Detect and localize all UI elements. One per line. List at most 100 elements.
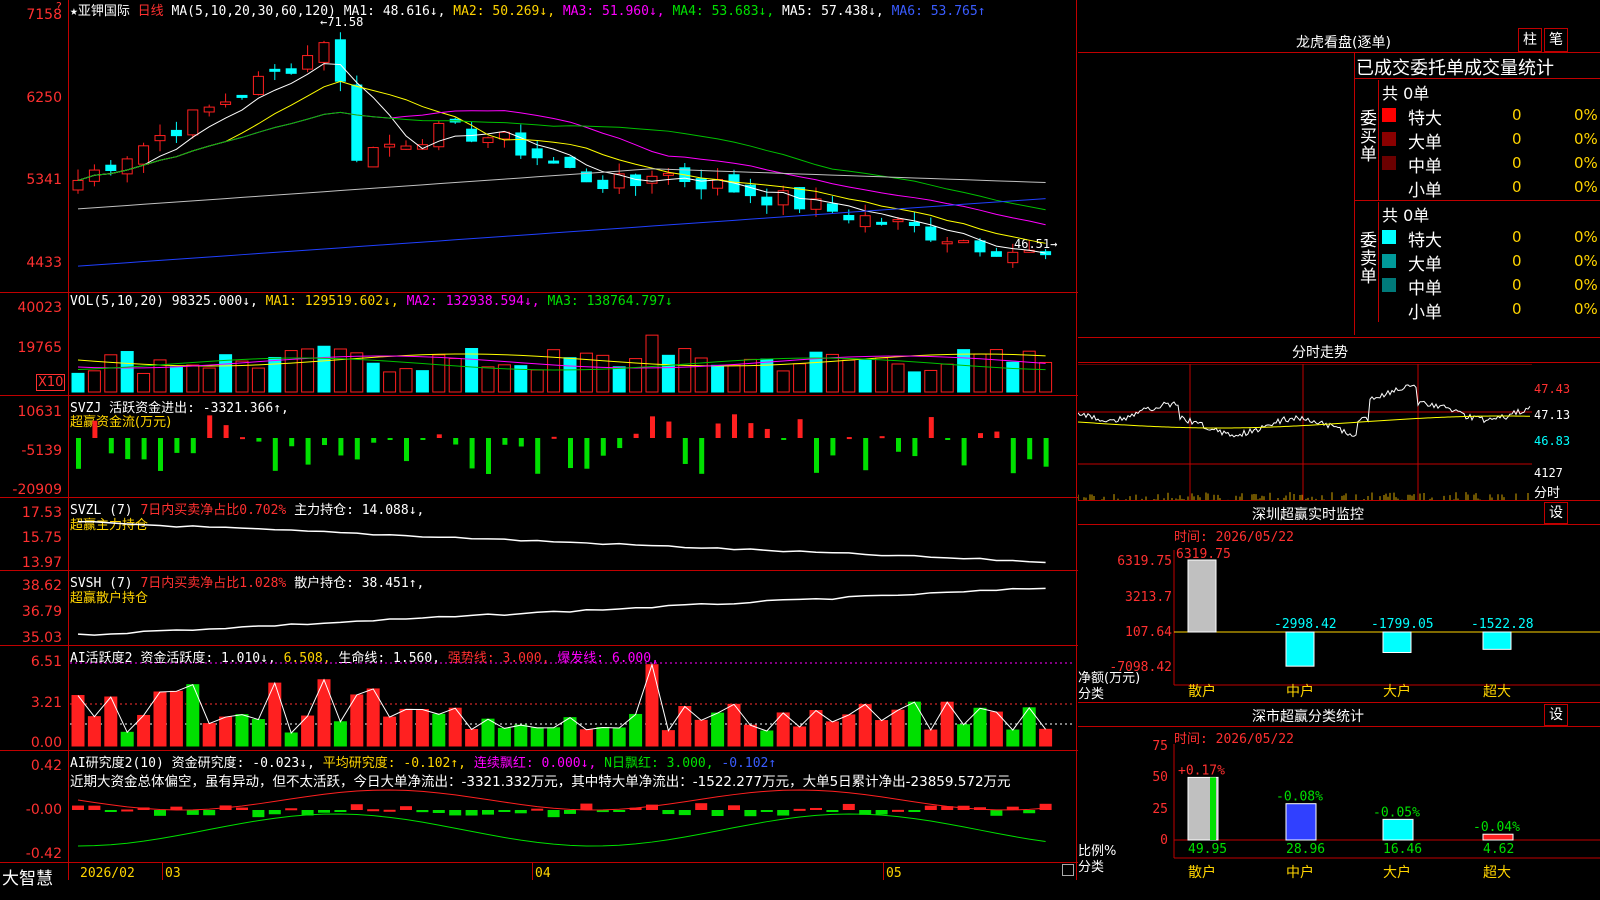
intraday-chart[interactable] [1078, 364, 1532, 500]
svsh-axis-label: 35.03 [21, 630, 62, 646]
activity-bar [793, 726, 807, 747]
brand-label[interactable]: 大智慧 [2, 864, 53, 889]
svsh-chart[interactable] [70, 573, 1074, 645]
period-label[interactable]: 日线 [138, 4, 164, 19]
monitor-settings-button[interactable]: 设 [1544, 502, 1568, 524]
bar-mode-button[interactable]: 柱 [1518, 28, 1542, 52]
order-count: 0 [1512, 228, 1522, 246]
volume-bar [793, 363, 807, 393]
volume-bar [776, 370, 790, 393]
candle [646, 175, 658, 184]
flow-bar [371, 438, 377, 443]
research-bar [678, 810, 691, 816]
activity-bar [219, 716, 233, 747]
monitor-chart[interactable]: 6319.75 3213.7 107.64 -7098.42 6319.75 散户 -299… [1078, 540, 1600, 702]
order-count: 0 [1512, 178, 1522, 196]
flow-bar [436, 434, 442, 438]
flow-bar [174, 438, 180, 453]
flow-bar [240, 437, 245, 440]
classify-bar-accent [1210, 777, 1216, 840]
flow-bar [830, 438, 836, 456]
candle [662, 172, 674, 176]
activity-bar [743, 724, 757, 747]
candle [908, 221, 920, 227]
ai1-chart[interactable] [70, 660, 1074, 748]
research-bar [154, 810, 166, 816]
volume-bar [169, 366, 183, 393]
classify-chart[interactable]: 75 50 25 0 +0.17% 49.95 散户 -0.08% 28.96 中户 -0.05% 1… [1078, 740, 1600, 900]
activity-bar [858, 703, 872, 747]
ai2-axis-label: -0.42 [25, 846, 62, 862]
order-stats-tabs[interactable]: 已成交委托单成交量统计 [1356, 54, 1554, 80]
research-bar [367, 809, 380, 812]
candle [564, 156, 576, 168]
ma2-value: MA2: 50.269↓, [453, 4, 556, 19]
activity-bar [1039, 728, 1053, 747]
svzl-chart[interactable] [70, 500, 1074, 570]
buy-order-row: 特大 0 0% [1382, 104, 1600, 129]
volume-bar [1006, 361, 1020, 393]
color-swatch [1382, 132, 1396, 146]
volume-bar [612, 366, 626, 393]
flow-bar [486, 438, 491, 474]
ma6-value: MA6: 53.765↑ [891, 4, 986, 19]
svzj-chart[interactable] [70, 400, 1074, 496]
ma-spec: MA(5,10,20,30,60,120) [171, 4, 336, 19]
lock-icon[interactable] [1062, 864, 1074, 876]
activity-bar [547, 727, 561, 747]
color-swatch [1382, 254, 1396, 268]
svzl-axis-label: 17.53 [21, 505, 62, 521]
volume-bar [71, 372, 85, 393]
flow-bar [945, 438, 951, 440]
volume-bar [957, 349, 971, 393]
ai2-axis-label: -0.00 [25, 802, 62, 818]
activity-bar [1006, 729, 1020, 747]
research-bar [203, 810, 216, 816]
flow-bar [453, 438, 459, 445]
flow-bar [846, 437, 852, 440]
buy-order-row: 小单 0 0% [1382, 176, 1600, 201]
research-bar [465, 810, 478, 816]
candle [958, 240, 970, 244]
research-bar [416, 810, 429, 813]
research-bar [252, 810, 265, 818]
ai2-chart[interactable] [70, 780, 1074, 862]
research-bar [875, 810, 888, 815]
monitor-bar [1285, 631, 1315, 667]
classify-settings-button[interactable]: 设 [1544, 704, 1568, 726]
candle [138, 145, 150, 165]
month-label: 04 [535, 866, 551, 881]
research-bar [104, 810, 117, 812]
flow-bar [732, 414, 737, 438]
volume-chart[interactable] [70, 310, 1074, 394]
volume-bar [448, 358, 462, 393]
stock-name[interactable]: ★亚钾国际 [70, 4, 130, 19]
svzj-axis-label: -20909 [12, 482, 62, 498]
flow-bar [1010, 438, 1016, 474]
volume-bar [383, 371, 397, 393]
research-bar [482, 810, 494, 815]
candle [302, 55, 314, 70]
candle [203, 106, 215, 113]
volume-axis-label: 40023 [17, 300, 62, 316]
flow-bar [961, 438, 967, 466]
volume-bar [481, 366, 495, 393]
holding-line [77, 520, 1046, 564]
candle [351, 84, 363, 161]
tick-mode-button[interactable]: 笔 [1544, 28, 1568, 52]
research-bar [711, 810, 724, 817]
activity-bar [153, 691, 167, 747]
sell-order-row: 中单 0 0% [1382, 274, 1600, 299]
candle [236, 94, 248, 98]
monitor-title: 深圳超赢实时监控 [1252, 507, 1364, 523]
order-count: 0 [1512, 106, 1522, 124]
ma-line [77, 110, 1046, 226]
main-chart-area[interactable]: ? 7158 6250 5341 4433 ★亚钾国际 日线 MA(5,10,2… [0, 0, 1078, 889]
ma-line [77, 63, 1046, 254]
candle [367, 147, 379, 168]
activity-bar [530, 727, 544, 747]
volume-bar [186, 364, 200, 393]
candlestick-chart[interactable] [70, 18, 1074, 290]
candle [105, 164, 117, 172]
classify-change-label: -0.05% [1373, 805, 1420, 820]
